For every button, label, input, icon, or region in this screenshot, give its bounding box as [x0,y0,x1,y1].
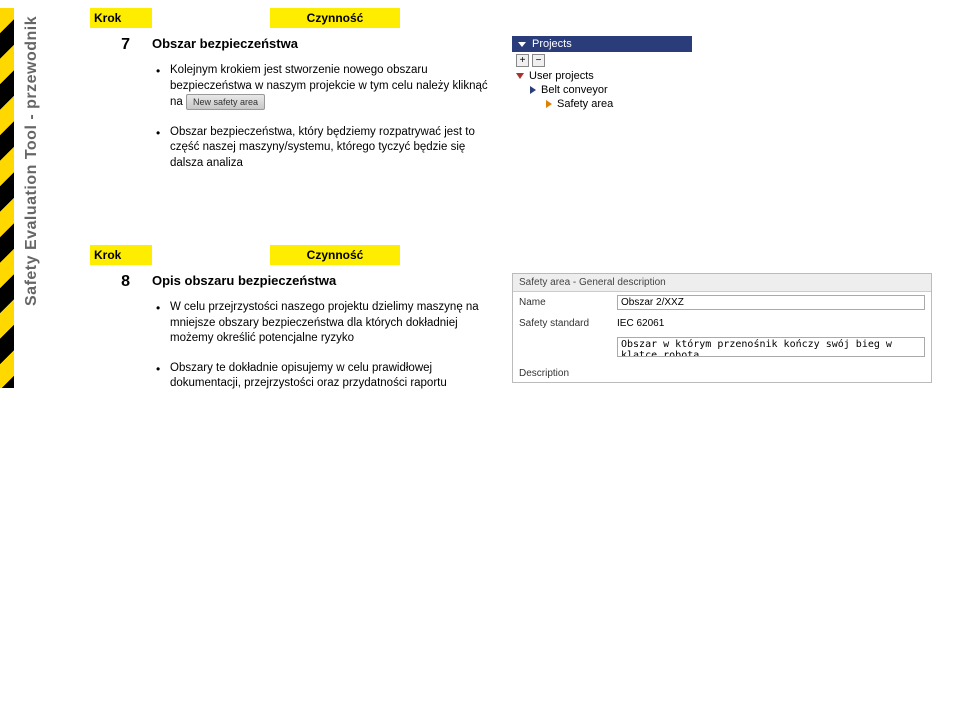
step-7-block: Krok Czynność 7 Obszar bezpieczeństwa Ko… [90,8,950,185]
chevron-right-icon [546,100,552,108]
header-krok: Krok [90,245,152,265]
projects-tree-panel: Projects + − User projects [512,36,692,111]
form-label-standard: Safety standard [519,316,609,329]
step-bullets: W celu przejrzystości naszego projektu d… [152,300,492,392]
new-safety-area-button[interactable]: New safety area [186,94,265,110]
form-label-description-text: Description [519,366,609,379]
tree-item-safety-area[interactable]: Safety area [512,97,692,111]
form-label-name: Name [519,295,609,308]
header-czynnosc: Czynność [270,8,400,28]
hazard-stripe [0,8,14,388]
step-number: 8 [90,273,152,406]
header-czynnosc: Czynność [270,245,400,265]
form-title: Safety area - General description [513,274,931,292]
tree-controls: + − [512,52,692,69]
name-input[interactable] [617,295,925,310]
bullet-item: Kolejnym krokiem jest stworzenie nowego … [170,63,492,111]
step-title: Obszar bezpieczeństwa [152,36,492,51]
step-bullets: Kolejnym krokiem jest stworzenie nowego … [152,63,492,171]
safety-standard-value: IEC 62061 [617,316,925,331]
safety-area-form: Safety area - General description Name S… [512,273,932,383]
collapse-all-button[interactable]: − [532,54,545,67]
bullet-item: W celu przejrzystości naszego projektu d… [170,300,492,347]
step-number: 7 [90,36,152,185]
bullet-item: Obszary te dokładnie opisujemy w celu pr… [170,361,492,392]
form-label-description [519,337,609,339]
chevron-down-icon [518,42,526,47]
step-title: Opis obszaru bezpieczeństwa [152,273,492,288]
tree-item-user-projects[interactable]: User projects [512,69,692,83]
tree-item-belt-conveyor[interactable]: Belt conveyor [512,83,692,97]
expand-all-button[interactable]: + [516,54,529,67]
chevron-right-icon [530,86,536,94]
projects-header[interactable]: Projects [512,36,692,52]
chevron-down-icon [516,73,524,79]
bullet-item: Obszar bezpieczeństwa, który będziemy ro… [170,125,492,172]
step-header: Krok Czynność [90,8,950,28]
step-8-block: Krok Czynność 8 Opis obszaru bezpieczeńs… [90,245,950,406]
step-header: Krok Czynność [90,245,950,265]
description-textarea[interactable]: Obszar w którym przenośnik kończy swój b… [617,337,925,357]
sidebar-title: Safety Evaluation Tool - przewodnik [14,8,50,388]
main-content: Krok Czynność 7 Obszar bezpieczeństwa Ko… [90,0,950,406]
header-krok: Krok [90,8,152,28]
sidebar-tab: Safety Evaluation Tool - przewodnik [0,8,50,388]
